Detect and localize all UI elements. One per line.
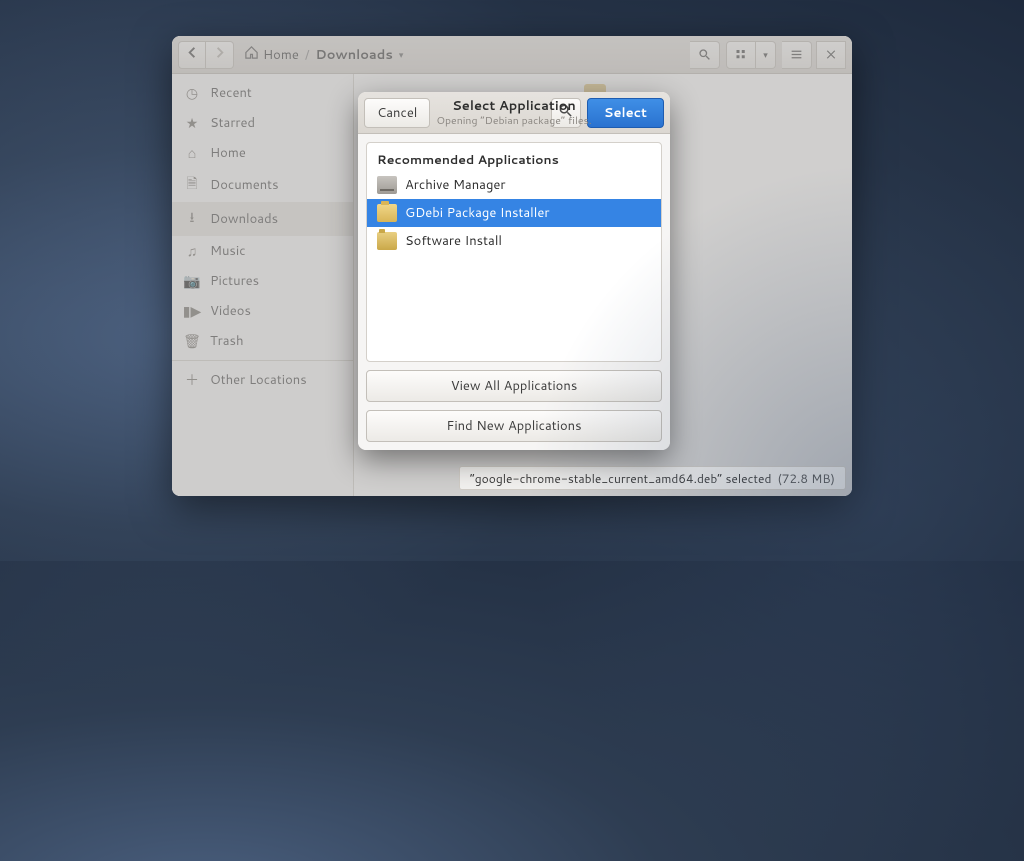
path-dropdown-icon[interactable]: ▾ [399, 48, 404, 61]
nav-back-button[interactable] [178, 41, 206, 69]
plus-icon: ＋ [184, 370, 200, 390]
home-icon [244, 45, 259, 65]
hamburger-icon [790, 47, 803, 62]
document-icon: 🗎 [184, 173, 200, 197]
sidebar-item-trash[interactable]: 🗑 Trash [172, 326, 353, 356]
app-row-label: GDebi Package Installer [405, 204, 549, 222]
package-icon [377, 204, 397, 222]
search-icon [698, 47, 711, 62]
toolbar-viewdropdown[interactable]: ▾ [756, 41, 776, 69]
toolbar: ▾ [684, 41, 846, 69]
sidebar-item-label: Recent [210, 84, 252, 102]
sidebar-item-documents[interactable]: 🗎 Documents [172, 168, 353, 202]
sidebar-item-starred[interactable]: ★ Starred [172, 108, 353, 138]
sidebar-item-label: Pictures [210, 272, 259, 290]
statusbar: “google-chrome-stable_current_amd64.deb”… [459, 466, 846, 490]
nav-forward-button[interactable] [206, 41, 234, 69]
video-icon: ▮▶ [184, 301, 200, 321]
trash-icon: 🗑 [184, 331, 200, 351]
sidebar-separator [172, 360, 353, 361]
select-button[interactable]: Select [587, 98, 664, 128]
toolbar-viewmode[interactable] [726, 41, 756, 69]
sidebar-item-recent[interactable]: ◷ Recent [172, 78, 353, 108]
sidebar-item-label: Downloads [210, 210, 278, 228]
sidebar-item-label: Videos [210, 302, 251, 320]
star-icon: ★ [184, 113, 200, 133]
path-current[interactable]: Downloads [315, 46, 392, 64]
app-row-gdebi[interactable]: GDebi Package Installer [367, 199, 661, 227]
view-all-applications-button[interactable]: View All Applications [366, 370, 662, 402]
close-icon [825, 47, 837, 62]
camera-icon: 📷 [184, 271, 200, 291]
app-row-software-install[interactable]: Software Install [367, 227, 661, 255]
sidebar-item-label: Other Locations [210, 371, 307, 389]
sidebar-item-music[interactable]: ♫ Music [172, 236, 353, 266]
pathbar[interactable]: Home / Downloads ▾ [244, 45, 403, 65]
dialog-body: Recommended Applications Archive Manager… [358, 134, 670, 450]
sidebar-item-other-locations[interactable]: ＋ Other Locations [172, 365, 353, 395]
sidebar-item-downloads[interactable]: ⭳ Downloads [172, 202, 353, 236]
dialog-search-button[interactable] [551, 98, 581, 128]
path-separator: / [305, 46, 310, 64]
music-icon: ♫ [184, 241, 200, 261]
headerbar: Home / Downloads ▾ ▾ [172, 36, 852, 74]
sidebar-item-pictures[interactable]: 📷 Pictures [172, 266, 353, 296]
download-icon: ⭳ [184, 207, 200, 231]
sidebar-item-label: Home [210, 144, 246, 162]
status-filename: “google-chrome-stable_current_amd64.deb”… [470, 470, 772, 487]
chevron-right-icon [212, 45, 227, 60]
chevron-left-icon [185, 45, 200, 60]
app-row-label: Software Install [405, 232, 502, 250]
chevron-down-icon: ▾ [763, 48, 768, 61]
grid-icon [735, 47, 747, 62]
app-row-archive-manager[interactable]: Archive Manager [367, 171, 661, 199]
archive-icon [377, 176, 397, 194]
toolbar-hamburger[interactable] [782, 41, 812, 69]
window-close-button[interactable] [816, 41, 846, 69]
toolbar-search[interactable] [690, 41, 720, 69]
select-application-dialog: Cancel Select Application Opening “Debia… [358, 92, 670, 450]
app-row-label: Archive Manager [405, 176, 506, 194]
sidebar-item-videos[interactable]: ▮▶ Videos [172, 296, 353, 326]
home-icon: ⌂ [184, 143, 200, 163]
cancel-button[interactable]: Cancel [364, 98, 430, 128]
status-filesize: (72.8 MB) [777, 470, 835, 487]
search-icon [558, 103, 573, 118]
find-new-applications-button[interactable]: Find New Applications [366, 410, 662, 442]
package-icon [377, 232, 397, 250]
application-list: Recommended Applications Archive Manager… [366, 142, 662, 362]
sidebar-item-label: Documents [210, 176, 279, 194]
sidebar-item-label: Trash [210, 332, 244, 350]
nav-buttons [178, 41, 234, 69]
sidebar-item-home[interactable]: ⌂ Home [172, 138, 353, 168]
recommended-header: Recommended Applications [367, 143, 661, 171]
sidebar: ◷ Recent ★ Starred ⌂ Home 🗎 Documents ⭳ … [172, 74, 354, 496]
clock-icon: ◷ [184, 83, 200, 103]
path-root[interactable]: Home [263, 46, 299, 64]
sidebar-item-label: Starred [210, 114, 255, 132]
dialog-headerbar: Cancel Select Application Opening “Debia… [358, 92, 670, 134]
sidebar-item-label: Music [210, 242, 246, 260]
